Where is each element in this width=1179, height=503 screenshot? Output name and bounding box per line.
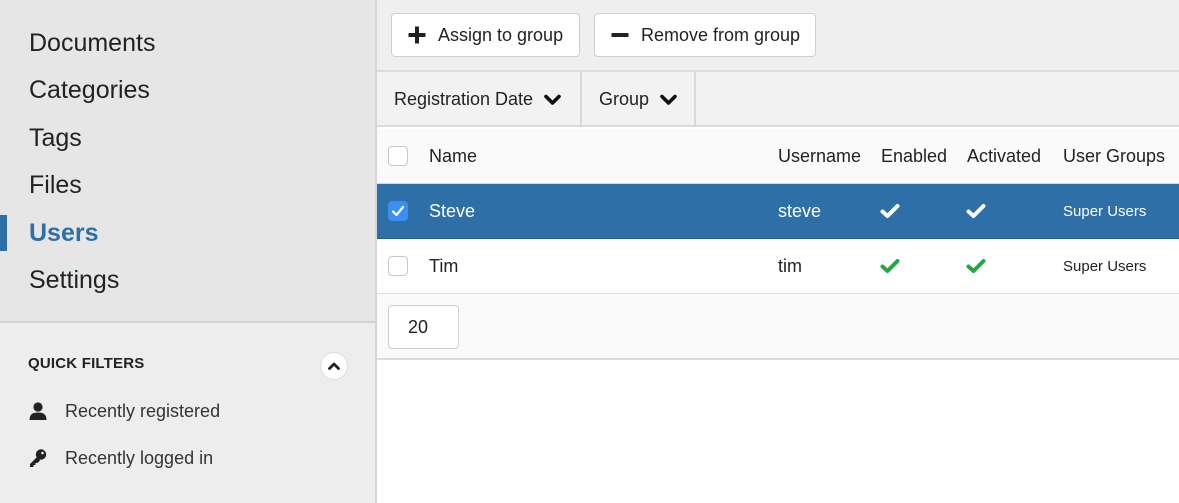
table-footer: 20 — [377, 294, 1179, 360]
cell-user-groups: Super Users — [1063, 202, 1147, 220]
cell-username: steve — [778, 200, 822, 221]
sidebar-item-tags[interactable]: Tags — [0, 118, 375, 158]
quick-filter-recently-logged-in[interactable]: Recently logged in — [28, 443, 213, 473]
toolbar: Assign to group Remove from group — [377, 0, 1179, 72]
sidebar-item-files[interactable]: Files — [0, 165, 375, 205]
enabled-check-icon[interactable] — [880, 184, 900, 238]
column-header-name[interactable]: Name — [429, 129, 477, 184]
column-header-username[interactable]: Username — [778, 129, 861, 184]
column-header-enabled[interactable]: Enabled — [881, 129, 947, 184]
key-icon — [28, 448, 48, 468]
sidebar-item-label: Categories — [29, 75, 150, 104]
activated-check-icon[interactable] — [966, 184, 986, 238]
cell-username: tim — [778, 255, 802, 276]
main-content: Assign to group Remove from group Regist… — [377, 0, 1179, 503]
sidebar-item-settings[interactable]: Settings — [0, 260, 375, 300]
filter-label: Group — [599, 89, 650, 109]
enabled-check-icon[interactable] — [880, 239, 900, 293]
row-checkbox[interactable] — [388, 201, 408, 221]
chevron-down-icon — [544, 94, 561, 106]
plus-icon — [408, 26, 426, 44]
minus-icon — [611, 26, 629, 44]
filter-bar: Registration Date Group — [377, 72, 1179, 127]
user-icon — [28, 401, 48, 421]
activated-check-icon[interactable] — [966, 239, 986, 293]
sidebar: Documents Categories Tags Files Users Se… — [0, 0, 377, 503]
remove-from-group-label: Remove from group — [641, 24, 801, 45]
page-size-input[interactable]: 20 — [388, 305, 459, 349]
sidebar-item-documents[interactable]: Documents — [0, 23, 375, 63]
select-all-checkbox[interactable] — [388, 146, 408, 166]
sidebar-item-label: Users — [29, 218, 99, 247]
row-checkbox[interactable] — [388, 256, 408, 276]
column-header-activated[interactable]: Activated — [967, 129, 1041, 184]
column-header-user-groups[interactable]: User Groups — [1063, 129, 1165, 184]
sidebar-nav: Documents Categories Tags Files Users Se… — [0, 0, 375, 323]
checkmark-icon — [391, 205, 405, 217]
quick-filters-title: QUICK FILTERS — [28, 355, 145, 372]
cell-name[interactable]: Tim — [429, 239, 458, 293]
quick-filter-label: Recently registered — [65, 400, 221, 421]
registration-date-filter[interactable]: Registration Date — [377, 72, 582, 127]
quick-filter-recently-registered[interactable]: Recently registered — [28, 396, 220, 426]
sidebar-item-label: Settings — [29, 265, 120, 294]
chevron-down-icon — [660, 94, 677, 106]
table-row[interactable]: Steve steve Super Users — [377, 184, 1179, 239]
sidebar-item-categories[interactable]: Categories — [0, 70, 375, 110]
sidebar-item-users[interactable]: Users — [0, 213, 375, 253]
table-row[interactable]: Tim tim Super Users — [377, 239, 1179, 294]
sidebar-item-label: Files — [29, 170, 82, 199]
table-header: Name Username Enabled Activated User Gro… — [377, 129, 1179, 184]
assign-to-group-button[interactable]: Assign to group — [391, 13, 580, 57]
cell-name[interactable]: Steve — [429, 184, 475, 238]
chevron-up-icon — [328, 362, 340, 370]
assign-to-group-label: Assign to group — [438, 24, 564, 45]
sidebar-item-label: Tags — [29, 123, 82, 152]
group-filter[interactable]: Group — [582, 72, 696, 127]
filter-label: Registration Date — [394, 89, 534, 109]
remove-from-group-button[interactable]: Remove from group — [594, 13, 816, 57]
cell-user-groups: Super Users — [1063, 257, 1147, 275]
quick-filters-toggle-button[interactable] — [320, 352, 348, 380]
sidebar-item-label: Documents — [29, 28, 156, 57]
quick-filter-label: Recently logged in — [65, 447, 214, 468]
